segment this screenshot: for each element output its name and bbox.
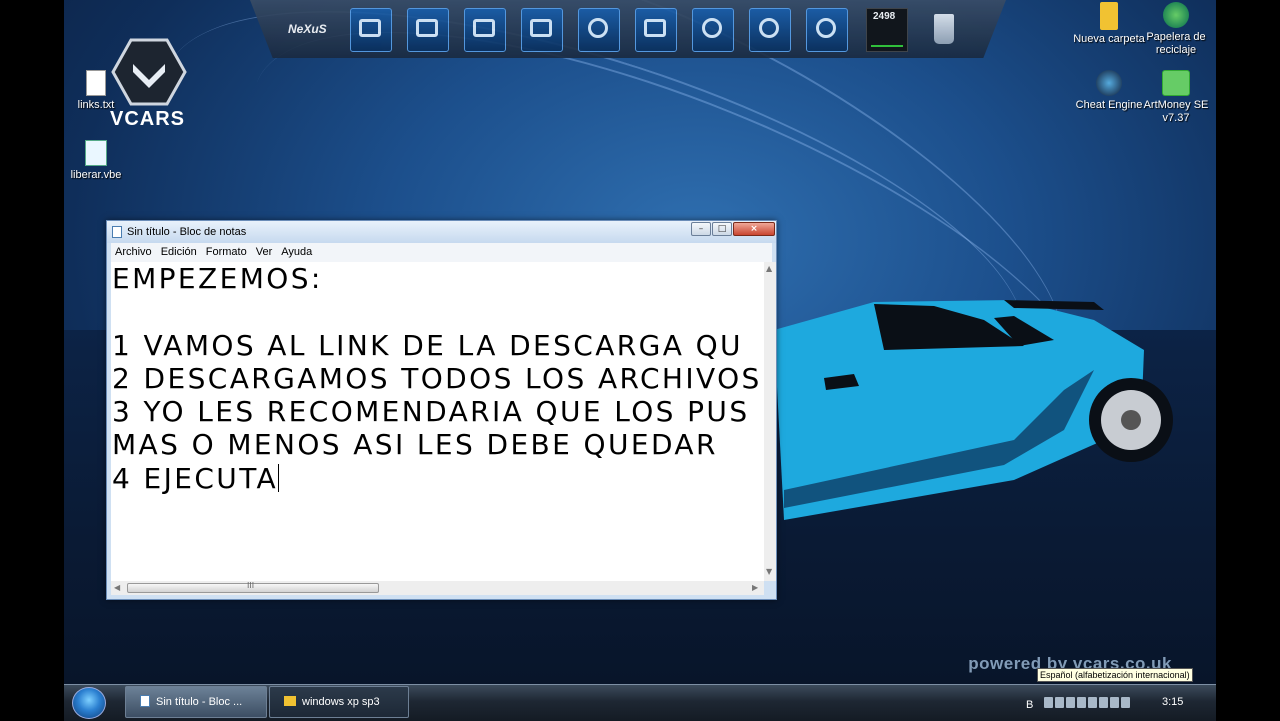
desktop-icon-artmoney[interactable]: ArtMoney SE v7.37 — [1138, 70, 1214, 125]
notepad-app-icon — [140, 695, 150, 707]
tray-icon[interactable] — [1066, 697, 1076, 708]
taskbar-item-windows-xp[interactable]: windows xp sp3 — [269, 686, 409, 718]
cheat-engine-icon — [1096, 70, 1122, 96]
folder-icon — [284, 696, 296, 706]
system-tray: B — [1026, 693, 1132, 713]
text-line — [111, 295, 764, 328]
scroll-down-arrow-icon[interactable]: ▼ — [766, 567, 772, 576]
tray-icon[interactable] — [1088, 697, 1098, 708]
trash-icon[interactable] — [924, 8, 964, 50]
scroll-up-arrow-icon[interactable]: ▲ — [766, 264, 772, 273]
vertical-scrollbar[interactable]: ▲ ▼ — [764, 262, 776, 581]
documents-icon[interactable] — [521, 8, 563, 52]
text-line: 1 VAMOS AL LINK DE LA DESCARGA QU — [112, 328, 743, 362]
text-editor-area[interactable]: EMPEZEMOS: 1 VAMOS AL LINK DE LA DESCARG… — [111, 262, 764, 581]
refresh-icon[interactable] — [692, 8, 734, 52]
text-file-icon — [86, 70, 106, 96]
text-line: MAS O MENOS ASI LES DEBE QUEDAR — [112, 428, 718, 462]
camera-icon[interactable] — [635, 8, 677, 52]
monitor-icon[interactable] — [407, 8, 449, 52]
menu-archivo[interactable]: Archivo — [111, 243, 157, 258]
desktop-icon-label: Papelera de reciclaje — [1146, 31, 1206, 56]
cpu-meter-icon[interactable]: 2498 — [866, 8, 908, 52]
tray-icon[interactable] — [1077, 697, 1087, 708]
clock[interactable]: 3:15 — [1162, 696, 1183, 708]
tray-icon[interactable] — [1110, 697, 1120, 708]
menu-ayuda[interactable]: Ayuda — [277, 243, 317, 258]
desktop-icon-label: links.txt — [77, 99, 115, 111]
scroll-grip: III — [247, 581, 255, 590]
taskbar-item-label: Sin título - Bloc ... — [156, 696, 243, 708]
menu-edicion[interactable]: Edición — [157, 243, 202, 258]
desktop-icon-nueva-carpeta[interactable]: Nueva carpeta — [1071, 2, 1147, 46]
horizontal-scrollbar[interactable]: ◀ III ▶ — [111, 581, 764, 595]
taskbar-item-notepad[interactable]: Sin título - Bloc ... — [125, 686, 267, 718]
horizontal-scroll-thumb[interactable]: III — [127, 581, 379, 593]
taskbar: Sin título - Bloc ... windows xp sp3 B 3… — [64, 684, 1216, 721]
desktop-icon-liberar[interactable]: liberar.vbe — [58, 140, 134, 182]
scroll-left-arrow-icon[interactable]: ◀ — [114, 583, 120, 592]
close-button[interactable]: × — [733, 222, 775, 236]
cpu-readout: 2498 — [873, 11, 896, 22]
scroll-right-arrow-icon[interactable]: ▶ — [752, 583, 758, 592]
desktop-icon-label: liberar.vbe — [70, 169, 122, 181]
text-line-cursor: 4 EJECUTA — [111, 462, 764, 495]
folder-icon — [1100, 2, 1118, 30]
sync-icon[interactable] — [806, 8, 848, 52]
text-line: 3 YO LES RECOMENDARIA QUE LOS PUS — [112, 395, 750, 429]
desktop-icon-cheat-engine[interactable]: Cheat Engine — [1071, 70, 1147, 112]
script-file-icon — [85, 140, 107, 166]
maximize-button[interactable]: □ — [712, 222, 732, 236]
nexus-logo-icon[interactable]: NeXuS — [286, 8, 327, 50]
text-line: 4 EJECUTA — [112, 461, 279, 495]
menu-ver[interactable]: Ver — [252, 243, 278, 258]
language-tooltip: Español (alfabetización internacional) — [1037, 668, 1193, 682]
tray-icon[interactable] — [1099, 697, 1109, 708]
desktop-icon-links[interactable]: links.txt — [58, 70, 134, 112]
desktop-icon-papelera[interactable]: Papelera de reciclaje — [1138, 2, 1214, 57]
notepad-title-bar[interactable]: Sin título - Bloc de notas – □ × — [107, 221, 776, 243]
start-button[interactable] — [72, 687, 106, 719]
devices-icon[interactable] — [350, 8, 392, 52]
recycle-bin-icon — [1163, 2, 1189, 28]
language-indicator[interactable]: B — [1026, 699, 1033, 711]
desktop-icon-label: Nueva carpeta — [1073, 33, 1145, 45]
nexus-brand-label: NeXuS — [288, 22, 327, 36]
text-line: EMPEZEMOS: — [112, 262, 323, 295]
desktop-icon-label: Cheat Engine — [1075, 99, 1143, 111]
tray-icon[interactable] — [1044, 697, 1054, 708]
car-illustration — [774, 300, 1173, 520]
window-title: Sin título - Bloc de notas — [127, 226, 247, 238]
menu-formato[interactable]: Formato — [202, 243, 252, 258]
tray-icon[interactable] — [1055, 697, 1065, 708]
desktop-icon-label: ArtMoney SE v7.37 — [1143, 99, 1209, 124]
text-line: 2 DESCARGAMOS TODOS LOS ARCHIVOS — [112, 361, 762, 395]
vlc-icon[interactable] — [578, 8, 620, 52]
notepad-app-icon — [112, 226, 122, 238]
nexus-dock: NeXuS 2498 — [250, 0, 1006, 58]
minimize-button[interactable]: – — [691, 222, 711, 236]
text-caret — [278, 463, 280, 492]
taskbar-item-label: windows xp sp3 — [302, 696, 380, 708]
tray-icon[interactable] — [1121, 697, 1131, 708]
folder-icon[interactable] — [464, 8, 506, 52]
menu-bar: Archivo Edición Formato Ver Ayuda — [111, 243, 772, 262]
disc-icon[interactable] — [749, 8, 791, 52]
artmoney-icon — [1162, 70, 1190, 96]
notepad-window[interactable]: Sin título - Bloc de notas – □ × Archivo… — [106, 220, 777, 600]
